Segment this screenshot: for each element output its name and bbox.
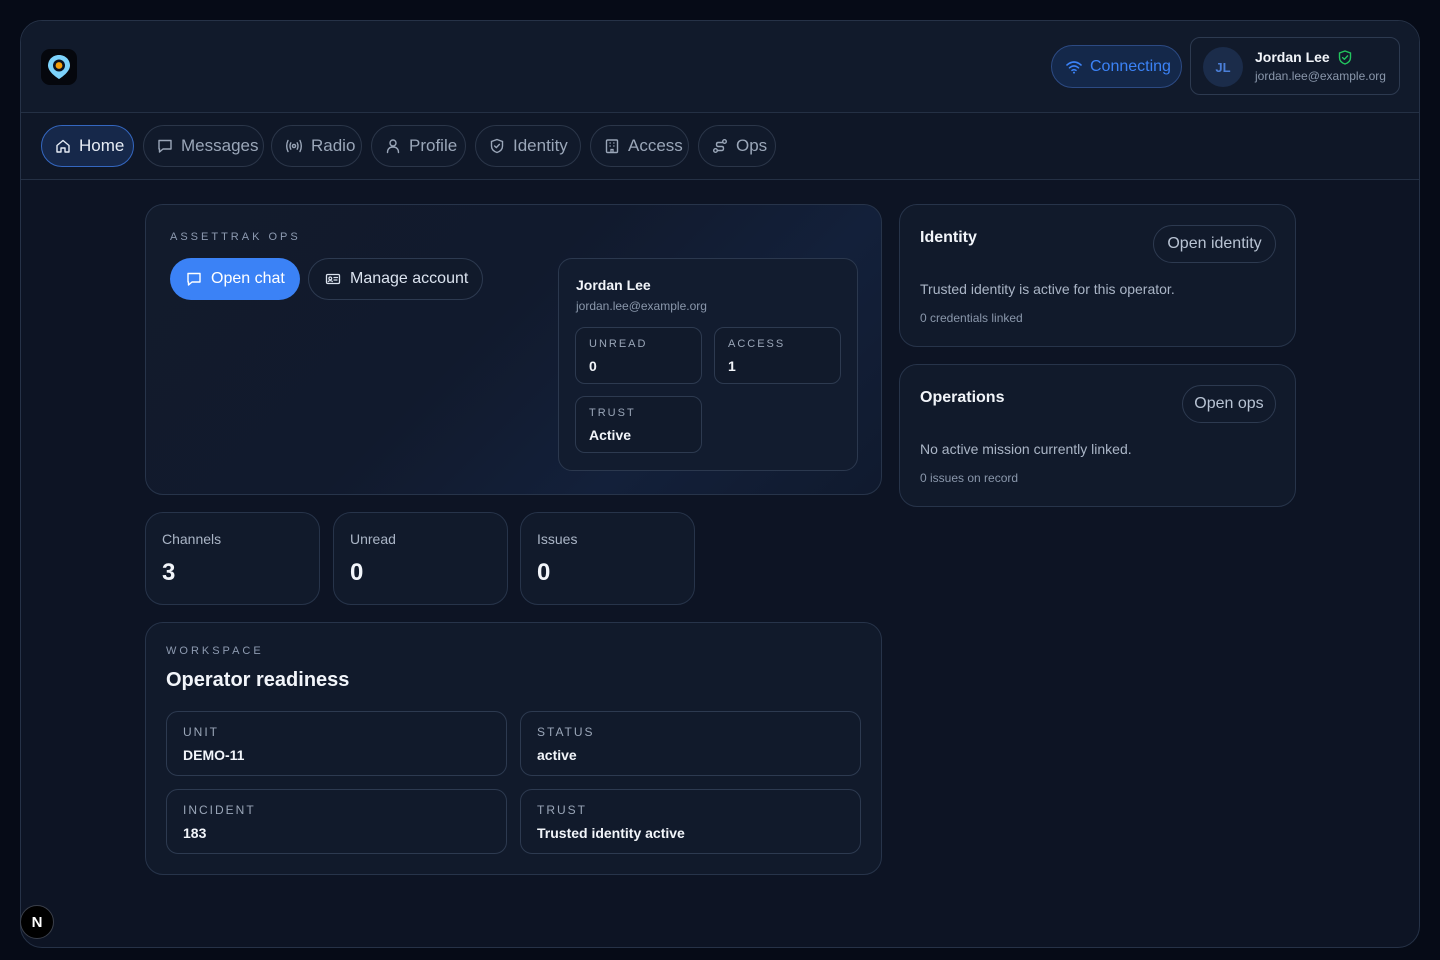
- dev-tools-badge[interactable]: N: [20, 905, 54, 939]
- operations-card: Operations Open ops No active mission cu…: [899, 364, 1296, 507]
- stat-value: 1: [728, 358, 736, 374]
- field-label: UNIT: [183, 725, 219, 739]
- tab-label: Messages: [181, 136, 259, 155]
- stat-label: TRUST: [589, 407, 636, 419]
- id-card-icon: [325, 273, 341, 285]
- open-identity-button[interactable]: Open identity: [1153, 225, 1276, 263]
- kpi-value: 3: [162, 559, 176, 586]
- operations-card-sub: 0 issues on record: [920, 471, 1019, 485]
- open-ops-button[interactable]: Open ops: [1182, 385, 1276, 423]
- tab-home[interactable]: Home: [41, 125, 134, 167]
- unread-stat: UNREAD 0: [575, 327, 702, 384]
- access-stat: ACCESS 1: [714, 327, 841, 384]
- unit-field: UNIT DEMO-11: [166, 711, 507, 776]
- avatar: JL: [1203, 47, 1243, 87]
- manage-account-label: Manage account: [350, 270, 469, 287]
- incident-field: INCIDENT 183: [166, 789, 507, 854]
- operations-card-text: No active mission currently linked.: [920, 441, 1132, 457]
- connection-status-label: Connecting: [1090, 57, 1171, 75]
- identity-card-text: Trusted identity is active for this oper…: [920, 281, 1175, 297]
- tab-radio[interactable]: Radio: [271, 125, 362, 167]
- tab-profile[interactable]: Profile: [371, 125, 466, 167]
- radio-icon: [286, 139, 302, 153]
- shield-icon: [490, 138, 504, 154]
- field-label: STATUS: [537, 725, 595, 739]
- profile-summary-card: Jordan Lee jordan.lee@example.org UNREAD…: [558, 258, 858, 471]
- wifi-icon: [1066, 60, 1082, 74]
- channels-kpi-card: Channels 3: [145, 512, 320, 605]
- manage-account-button[interactable]: Manage account: [308, 258, 483, 300]
- workspace-eyebrow: WORKSPACE: [166, 645, 264, 657]
- home-icon: [56, 139, 70, 153]
- identity-card-title: Identity: [920, 229, 977, 246]
- field-label: TRUST: [537, 803, 587, 817]
- operations-card-title: Operations: [920, 389, 1005, 406]
- trust-field: TRUST Trusted identity active: [520, 789, 861, 854]
- user-name: Jordan Lee: [1255, 49, 1330, 65]
- identity-card-sub: 0 credentials linked: [920, 311, 1023, 325]
- profile-name: Jordan Lee: [576, 277, 651, 293]
- route-icon: [713, 139, 727, 153]
- stat-value: Active: [589, 427, 632, 443]
- kpi-label: Issues: [537, 531, 578, 547]
- kpi-value: 0: [537, 559, 551, 586]
- user-email: jordan.lee@example.org: [1255, 69, 1386, 83]
- open-chat-button[interactable]: Open chat: [170, 258, 300, 300]
- field-value: DEMO-11: [183, 747, 245, 763]
- open-chat-label: Open chat: [211, 270, 285, 287]
- message-icon: [187, 272, 201, 286]
- user-menu[interactable]: JL Jordan Lee jordan.lee@example.org: [1190, 37, 1400, 95]
- hero-eyebrow: ASSETTRAK OPS: [170, 231, 301, 243]
- stat-label: UNREAD: [589, 338, 648, 350]
- field-label: INCIDENT: [183, 803, 256, 817]
- verified-shield-icon: [1338, 49, 1351, 65]
- tab-label: Access: [628, 136, 683, 155]
- hero-card: ASSETTRAK OPS Open chat Manage account J…: [145, 204, 882, 495]
- field-value: active: [537, 747, 577, 763]
- unread-kpi-card: Unread 0: [333, 512, 508, 605]
- status-field: STATUS active: [520, 711, 861, 776]
- tab-access[interactable]: Access: [590, 125, 689, 167]
- location-pin-icon: [48, 55, 70, 79]
- workspace-card: WORKSPACE Operator readiness UNIT DEMO-1…: [145, 622, 882, 875]
- kpi-label: Unread: [350, 531, 396, 547]
- connection-status-button[interactable]: Connecting: [1051, 45, 1182, 88]
- kpi-value: 0: [350, 559, 364, 586]
- trust-stat: TRUST Active: [575, 396, 702, 453]
- app-logo[interactable]: [41, 49, 77, 85]
- tab-label: Identity: [513, 136, 568, 155]
- field-value: Trusted identity active: [537, 825, 685, 841]
- kpi-label: Channels: [162, 531, 222, 547]
- tab-messages[interactable]: Messages: [143, 125, 264, 167]
- tab-label: Profile: [409, 136, 458, 155]
- tab-ops[interactable]: Ops: [698, 125, 776, 167]
- tab-label: Home: [79, 136, 125, 155]
- top-bar: Connecting JL Jordan Lee jordan.lee@exam…: [21, 21, 1419, 113]
- profile-email: jordan.lee@example.org: [576, 299, 707, 313]
- tab-label: Radio: [311, 136, 356, 155]
- tab-label: Ops: [736, 136, 768, 155]
- issues-kpi-card: Issues 0: [520, 512, 695, 605]
- tab-identity[interactable]: Identity: [475, 125, 581, 167]
- identity-card: Identity Open identity Trusted identity …: [899, 204, 1296, 347]
- user-icon: [386, 139, 400, 154]
- message-icon: [158, 139, 172, 153]
- stat-label: ACCESS: [728, 338, 786, 350]
- app-window: Connecting JL Jordan Lee jordan.lee@exam…: [20, 20, 1420, 948]
- workspace-title: Operator readiness: [166, 669, 350, 691]
- main-nav: Home Messages Radio Profile Identity Acc…: [21, 113, 1419, 180]
- field-value: 183: [183, 825, 207, 841]
- stat-value: 0: [589, 358, 597, 374]
- building-icon: [605, 139, 619, 154]
